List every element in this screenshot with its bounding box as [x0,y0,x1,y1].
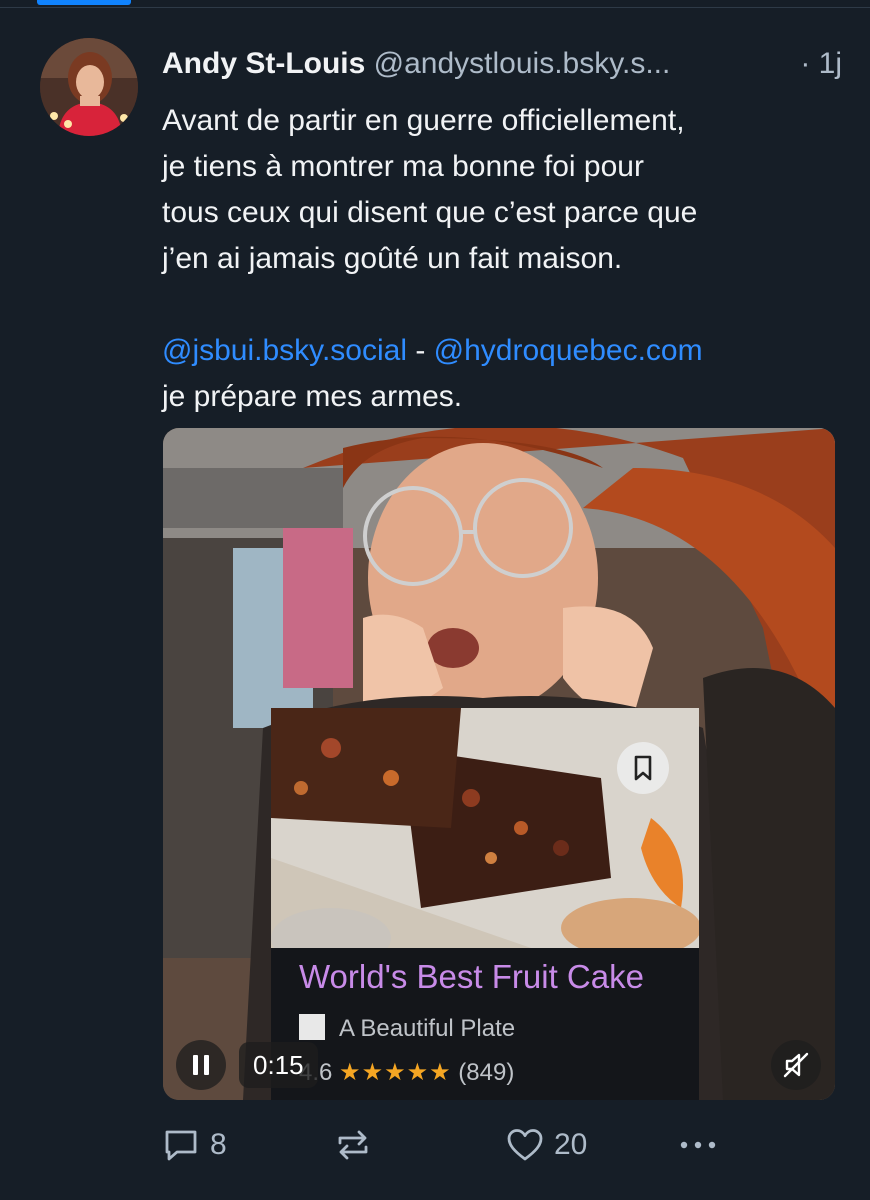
tab-bar-strip [0,0,870,8]
mentions-line: @jsbui.bsky.social - @hydroquebec.com [162,328,842,374]
post-text-line: tous ceux qui disent que c’est parce que [162,196,698,229]
post-body: Avant de partir en guerre officiellement… [162,98,842,420]
post-text-line: j’en ai jamais goûté un fait maison. [162,242,623,275]
heart-icon [507,1129,543,1161]
muted-speaker-icon [783,1052,809,1078]
video-timestamp: 0:15 [239,1042,318,1088]
post-text-line: Avant de partir en guerre officiellement… [162,104,685,137]
mention-link[interactable]: @hydroquebec.com [434,334,703,367]
mention-separator: - [406,334,434,367]
like-button[interactable]: 20 [506,1120,587,1170]
source-logo-icon [299,1014,325,1040]
video-player[interactable]: World's Best Fruit Cake A Beautiful Plat… [163,428,835,1100]
more-options-button[interactable] [676,1120,720,1170]
post-header: Andy St-Louis @andystlouis.bsky.s... · 1… [162,44,842,84]
post-timestamp[interactable]: · 1j [794,44,842,84]
post-actions: 8 20 [162,1120,842,1170]
post-text-line: je prépare mes armes. [162,380,463,413]
bookmark-icon [617,742,669,794]
like-count: 20 [554,1128,588,1161]
rating-stars: ★★★★★ [339,1059,452,1086]
pause-icon [193,1055,209,1075]
reply-count: 8 [210,1128,227,1161]
mute-button[interactable] [771,1040,821,1090]
post-text-line: je tiens à montrer ma bonne foi pour [162,150,644,183]
recipe-rating: 4.6 ★★★★★ (849) [299,1058,514,1087]
mention-link[interactable]: @jsbui.bsky.social [162,334,407,367]
reply-icon [165,1130,197,1161]
post-card[interactable]: Andy St-Louis @andystlouis.bsky.s... · 1… [0,8,870,1200]
active-tab-indicator [37,0,131,5]
author-name[interactable]: Andy St-Louis [162,47,365,80]
recipe-source-name: A Beautiful Plate [339,1015,516,1042]
author-handle[interactable]: @andystlouis.bsky.s... [374,47,671,80]
repost-button[interactable] [334,1120,382,1170]
pause-button[interactable] [176,1040,226,1090]
repost-icon [338,1130,368,1160]
avatar[interactable] [40,38,138,136]
rating-count: (849) [458,1059,515,1086]
recipe-title: World's Best Fruit Cake [299,958,644,995]
more-options-icon [680,1141,716,1149]
reply-button[interactable]: 8 [162,1120,227,1170]
avatar-photo [40,38,138,136]
recipe-source: A Beautiful Plate [299,1014,515,1043]
